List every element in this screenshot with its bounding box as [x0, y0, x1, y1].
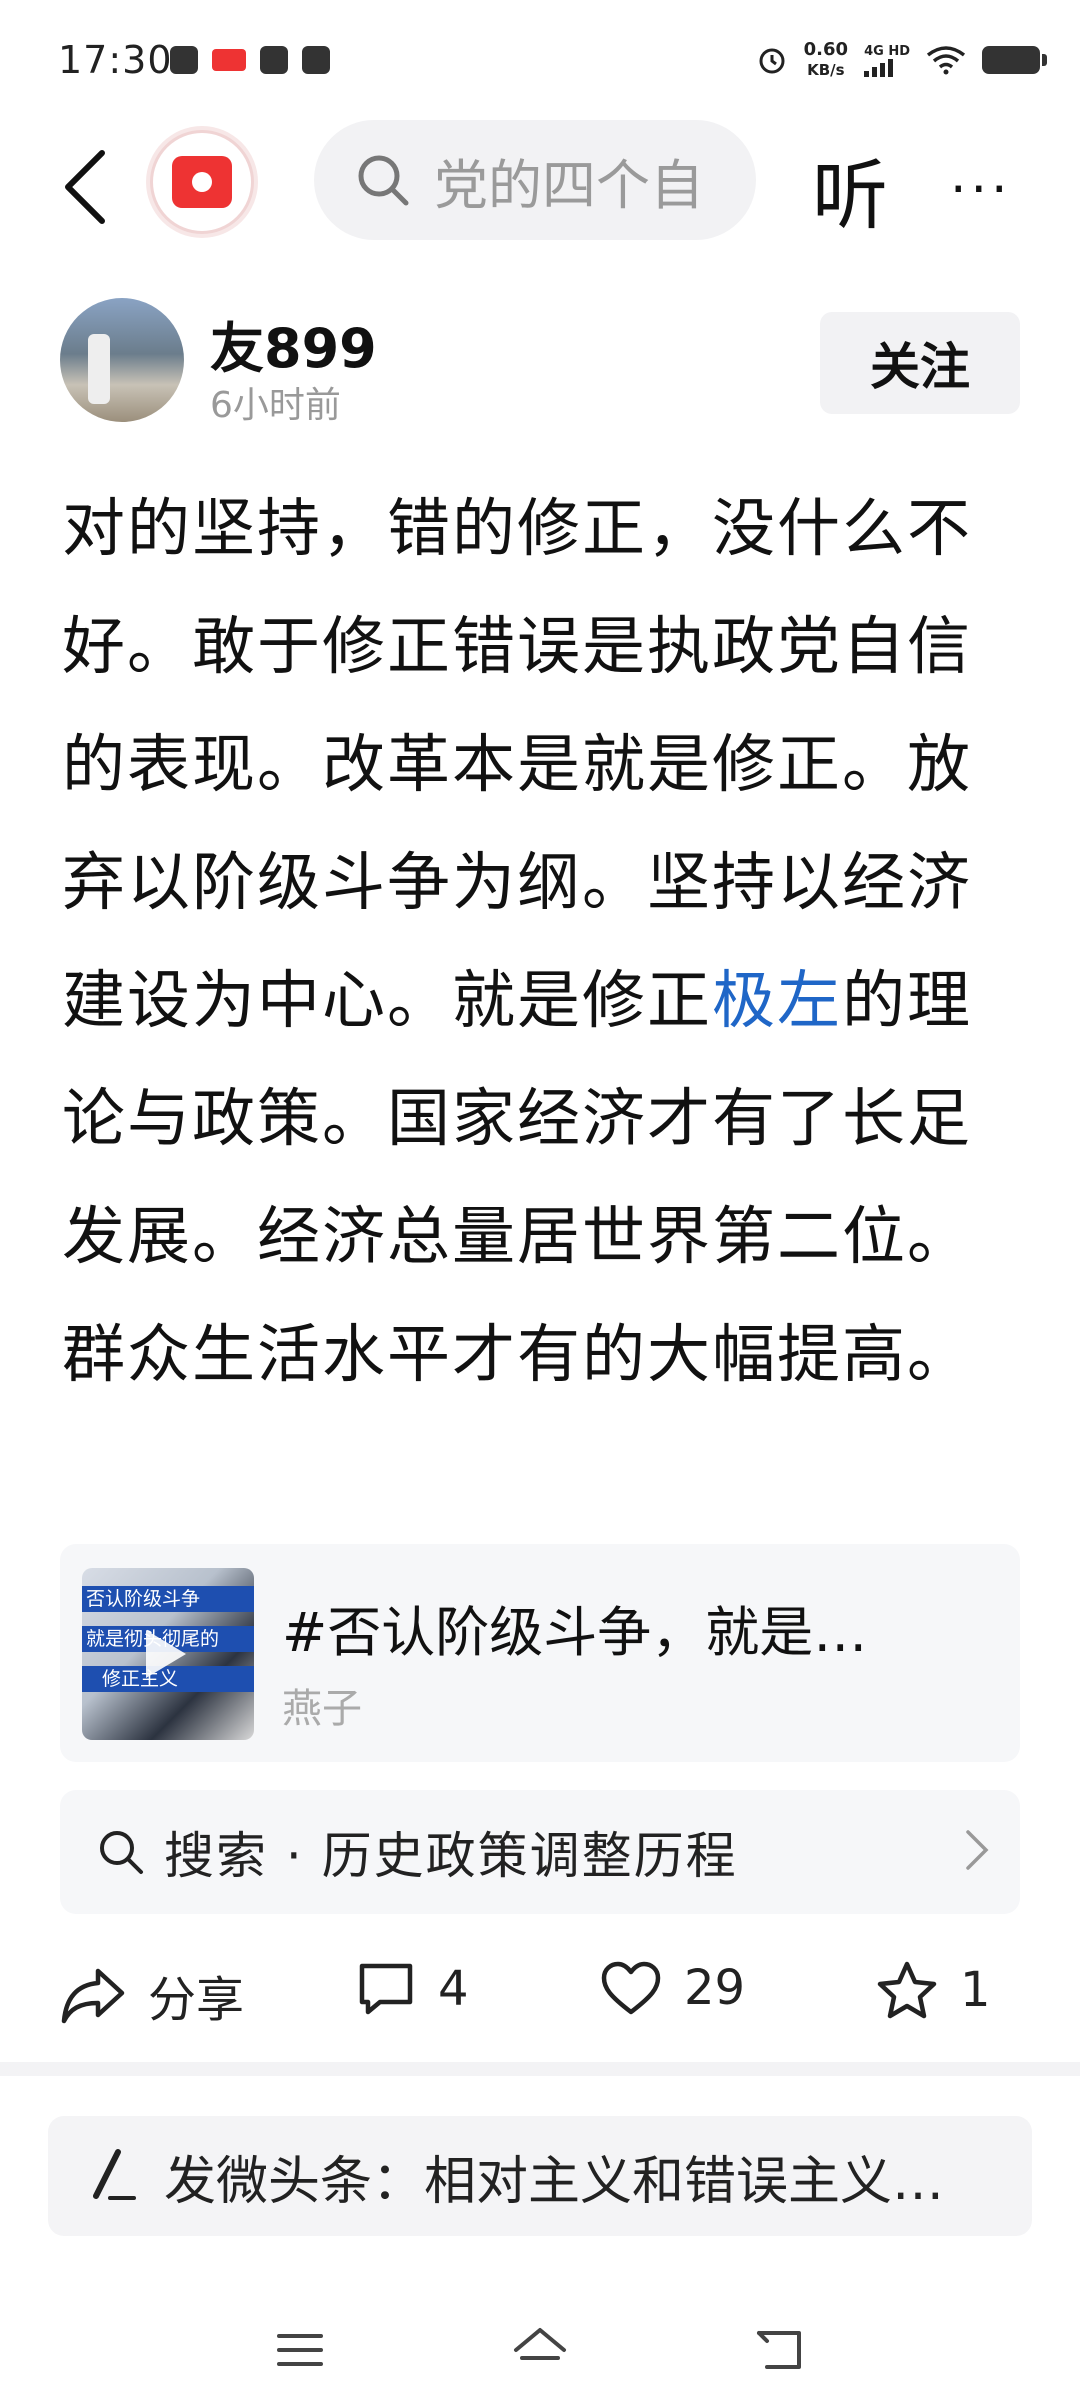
like-count: 29: [684, 1960, 746, 2016]
system-navigation-bar: [0, 2300, 1080, 2408]
listen-button[interactable]: 听: [812, 134, 888, 244]
share-label: 分享: [148, 1972, 245, 2028]
home-button[interactable]: [500, 2320, 580, 2380]
article-title: #否认阶级斗争，就是…: [282, 1601, 868, 1664]
play-icon: [146, 1630, 186, 1678]
message-notification-icon: [260, 46, 288, 74]
status-time: 17:30: [58, 38, 173, 82]
search-input[interactable]: 党的四个自: [314, 120, 756, 240]
favorite-count: 1: [960, 1962, 991, 2018]
search-placeholder: 党的四个自: [434, 153, 704, 217]
alarm-icon: [759, 48, 785, 74]
post-keyword-link[interactable]: 极左: [712, 964, 842, 1037]
composer-prompt: 发微头条：相对主义和错误主义…: [164, 2151, 945, 2212]
chevron-right-icon: [966, 1830, 989, 1870]
return-icon: [757, 2331, 801, 2369]
battery-icon: [982, 46, 1047, 74]
section-divider: [0, 2062, 1080, 2076]
star-icon: [877, 1961, 937, 2019]
post-composer-input[interactable]: 发微头条：相对主义和错误主义…: [48, 2116, 1032, 2236]
status-bar: 17:30 0.60 KB/s 4G HD: [0, 0, 1080, 120]
toutiao-notification-icon: [212, 49, 246, 71]
home-icon: [514, 2328, 566, 2360]
follow-button[interactable]: 关注: [820, 312, 1020, 414]
pen-icon: [93, 2149, 136, 2200]
author-name[interactable]: 友899: [210, 304, 377, 383]
shield-notification-icon: [170, 46, 198, 74]
menu-icon: [277, 2334, 323, 2366]
article-thumbnail: 否认阶级斗争 就是彻头彻尾的 修正主义: [82, 1568, 254, 1740]
like-button[interactable]: 29: [600, 1960, 745, 2016]
search-icon: [358, 155, 409, 206]
author-header: 友899 6小时前 关注: [60, 298, 1020, 428]
post-time: 6小时前: [210, 385, 341, 426]
wifi-icon: [926, 46, 966, 75]
signal-icon: 4G HD: [864, 44, 910, 77]
search-icon: [100, 1831, 143, 1874]
network-speed: 0.60 KB/s: [803, 39, 849, 80]
quoted-article-card[interactable]: 否认阶级斗争 就是彻头彻尾的 修正主义 #否认阶级斗争，就是… 燕子: [60, 1544, 1020, 1762]
share-icon: [61, 1968, 125, 2024]
return-button[interactable]: [740, 2320, 820, 2380]
app-logo[interactable]: [150, 130, 254, 234]
thumb-caption-line: 否认阶级斗争: [82, 1586, 254, 1612]
article-author: 燕子: [282, 1686, 362, 1732]
share-button[interactable]: 分享: [60, 1960, 244, 2030]
toutiao-logo-icon: [172, 156, 232, 208]
comment-count: 4: [438, 1961, 469, 2017]
menu-button[interactable]: [260, 2320, 340, 2380]
post-text-before: 对的坚持，错的修正，没什么不好。敢于修正错误是执政党自信的表现。改革本是就是修正…: [62, 492, 972, 1037]
top-nav: 党的四个自 听 ···: [0, 120, 1080, 250]
comment-icon: [359, 1963, 413, 2015]
action-bar: 分享 4 29 1: [60, 1940, 1020, 2040]
favorite-button[interactable]: 1: [876, 1960, 991, 2020]
notification-icons: [170, 46, 330, 74]
more-button[interactable]: ···: [950, 160, 1012, 220]
heart-icon: [601, 1961, 661, 2015]
related-search-label: 搜索 · 历史政策调整历程: [164, 1827, 738, 1885]
back-arrow-icon: [65, 150, 105, 224]
system-status-icons: 0.60 KB/s 4G HD: [756, 39, 1047, 80]
vivo-notification-icon: [302, 46, 330, 74]
post-body: 对的坚持，错的修正，没什么不好。敢于修正错误是执政党自信的表现。改革本是就是修正…: [62, 470, 1012, 1414]
comment-button[interactable]: 4: [356, 1960, 469, 2018]
back-button[interactable]: [50, 142, 120, 232]
avatar[interactable]: [60, 298, 184, 422]
related-search-link[interactable]: 搜索 · 历史政策调整历程: [60, 1790, 1020, 1914]
